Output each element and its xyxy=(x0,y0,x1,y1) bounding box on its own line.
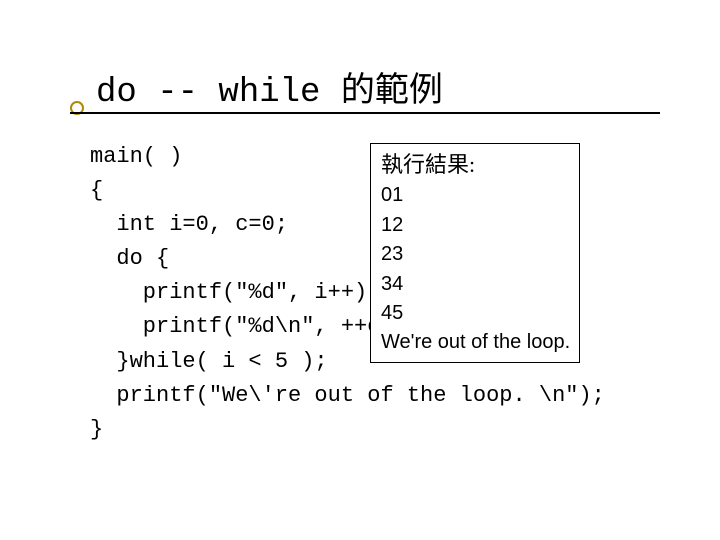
slide: do -- while 的範例 main( ) { int i=0, c=0; … xyxy=(0,0,720,540)
result-line: 01 xyxy=(381,181,571,211)
result-line: 45 xyxy=(381,299,571,329)
code-line: printf("We\'re out of the loop. \n"); xyxy=(90,383,605,408)
code-line: main( ) xyxy=(90,144,182,169)
result-footer: We're out of the loop. xyxy=(381,329,571,356)
result-line: 34 xyxy=(381,270,571,300)
slide-title: do -- while 的範例 xyxy=(96,62,443,112)
result-heading: 執行結果: xyxy=(381,148,571,181)
code-line: printf("%d\n", ++c); xyxy=(90,314,407,339)
result-line: 23 xyxy=(381,240,571,270)
result-box: 執行結果: 01 12 23 34 45 We're out of the lo… xyxy=(370,143,580,363)
code-line: }while( i < 5 ); xyxy=(90,349,328,374)
code-line: int i=0, c=0; xyxy=(90,212,288,237)
code-line: } xyxy=(90,417,103,442)
title-divider xyxy=(70,112,660,114)
title-row: do -- while 的範例 xyxy=(70,62,660,112)
code-line: do { xyxy=(90,246,169,271)
code-line: { xyxy=(90,178,103,203)
code-line: printf("%d", i++); xyxy=(90,280,380,305)
result-line: 12 xyxy=(381,211,571,241)
